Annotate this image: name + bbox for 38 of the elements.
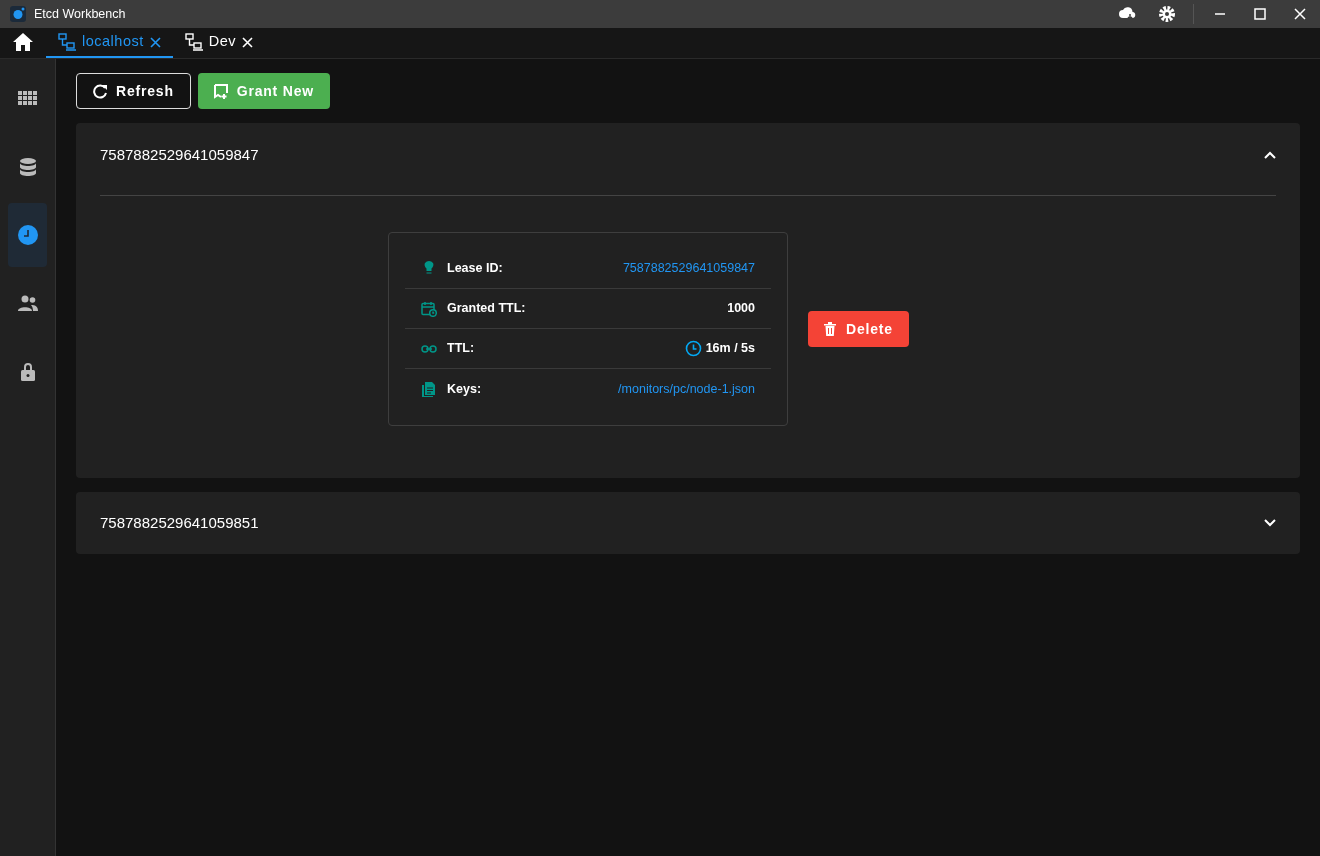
clock-icon [685,340,703,357]
close-icon [149,36,161,48]
calendar-clock-icon [421,300,437,317]
close-icon [242,36,254,48]
database-icon [17,157,38,177]
network-icon [184,33,203,51]
sidebar-item[interactable] [8,203,47,267]
delete-button[interactable]: Delete [808,311,909,347]
detail-label: TTL: [447,340,475,358]
connection-tab[interactable]: Dev [172,28,266,58]
chevron-down-icon [1264,519,1276,527]
settings-icon[interactable] [1158,5,1176,23]
add-note-icon [213,83,229,99]
detail-value: 1000 [727,300,755,318]
window-title: Etcd Workbench [34,5,126,23]
network-icon [58,33,76,51]
lease-id: 7587882529641059851 [100,512,259,533]
detail-value: 16m / 5s [705,340,755,358]
connection-tab[interactable]: localhost [46,28,173,58]
detail-label: Granted TTL: [447,300,526,318]
detail-link[interactable]: 7587882529641059847 [622,259,755,278]
trash-icon [824,322,836,336]
lease-header[interactable]: 7587882529641059847 [76,123,1300,187]
detail-label: Lease ID: [447,260,503,278]
clock-icon [17,225,38,245]
detail-link[interactable]: /monitors/pc/node-1.json [618,379,755,399]
documents-icon [421,381,437,397]
users-icon [17,293,38,313]
lease-header[interactable]: 7587882529641059851 [76,492,1300,554]
refresh-button[interactable]: Refresh [76,73,191,109]
detail-label: Keys: [447,380,482,398]
app-logo-icon [10,6,26,22]
home-icon [12,32,34,52]
lease-id: 7587882529641059847 [100,144,259,165]
chevron-up-icon [1264,151,1276,159]
refresh-icon [93,83,108,99]
close-icon [1294,8,1306,20]
maximize-icon [1254,8,1266,20]
